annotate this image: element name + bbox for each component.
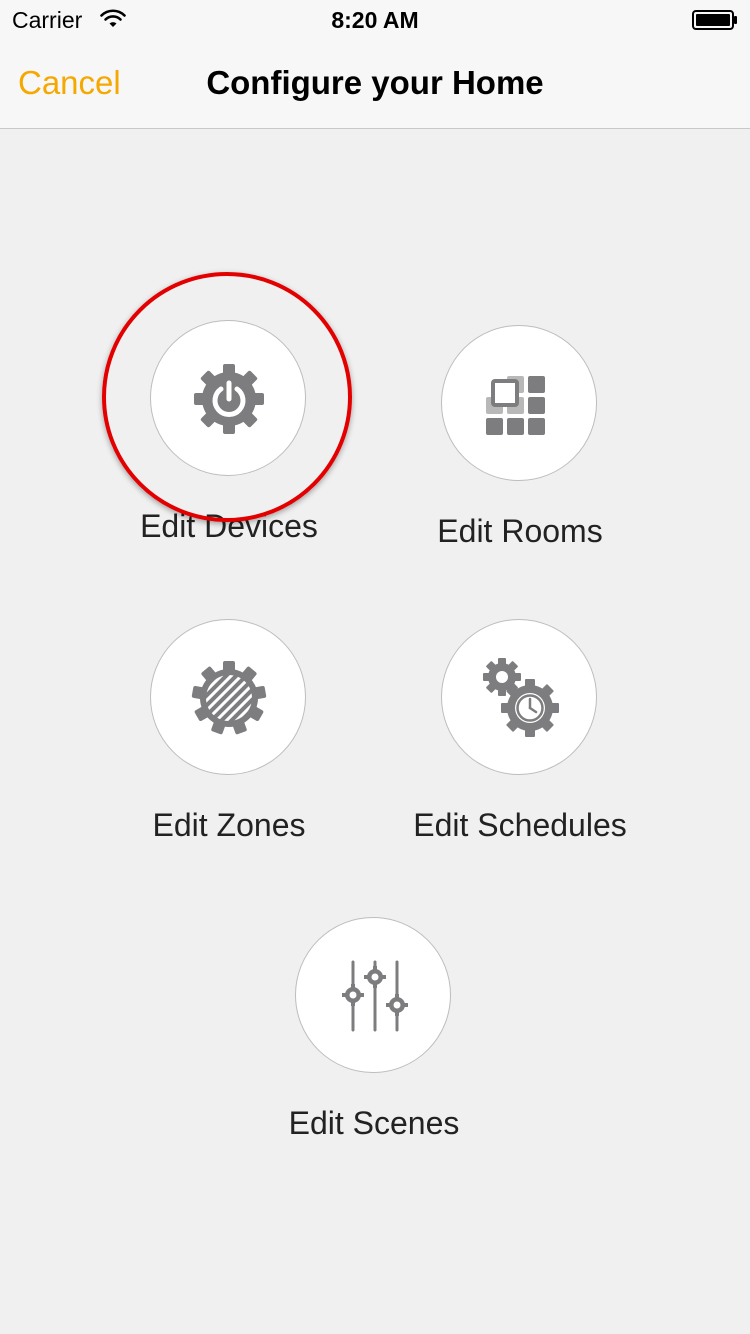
highlight-ring bbox=[102, 272, 352, 522]
striped-gear-icon bbox=[191, 661, 267, 735]
battery-icon bbox=[692, 10, 737, 30]
edit-scenes-label: Edit Scenes bbox=[288, 1105, 460, 1141]
gears-clock-icon bbox=[483, 658, 559, 737]
sliders-gears-icon bbox=[342, 960, 408, 1032]
edit-scenes-button[interactable]: Edit Scenes bbox=[254, 917, 494, 1157]
edit-rooms-label: Edit Rooms bbox=[437, 513, 603, 549]
edit-schedules-button[interactable]: Edit Schedules bbox=[400, 619, 640, 859]
edit-zones-button[interactable]: Edit Zones bbox=[109, 619, 349, 859]
status-time: 8:20 AM bbox=[331, 7, 419, 33]
edit-scenes-circle bbox=[295, 917, 451, 1073]
edit-schedules-label: Edit Schedules bbox=[413, 807, 627, 843]
status-bar: Carrier 8:20 AM bbox=[0, 0, 750, 40]
edit-zones-label: Edit Zones bbox=[152, 807, 306, 843]
edit-rooms-button[interactable]: Edit Rooms bbox=[400, 325, 640, 565]
edit-rooms-circle bbox=[441, 325, 597, 481]
edit-zones-circle bbox=[150, 619, 306, 775]
nav-bar: Cancel Configure your Home bbox=[0, 40, 750, 129]
page-title: Configure your Home bbox=[206, 64, 544, 101]
edit-schedules-circle bbox=[441, 619, 597, 775]
rooms-grid-icon bbox=[486, 376, 545, 435]
